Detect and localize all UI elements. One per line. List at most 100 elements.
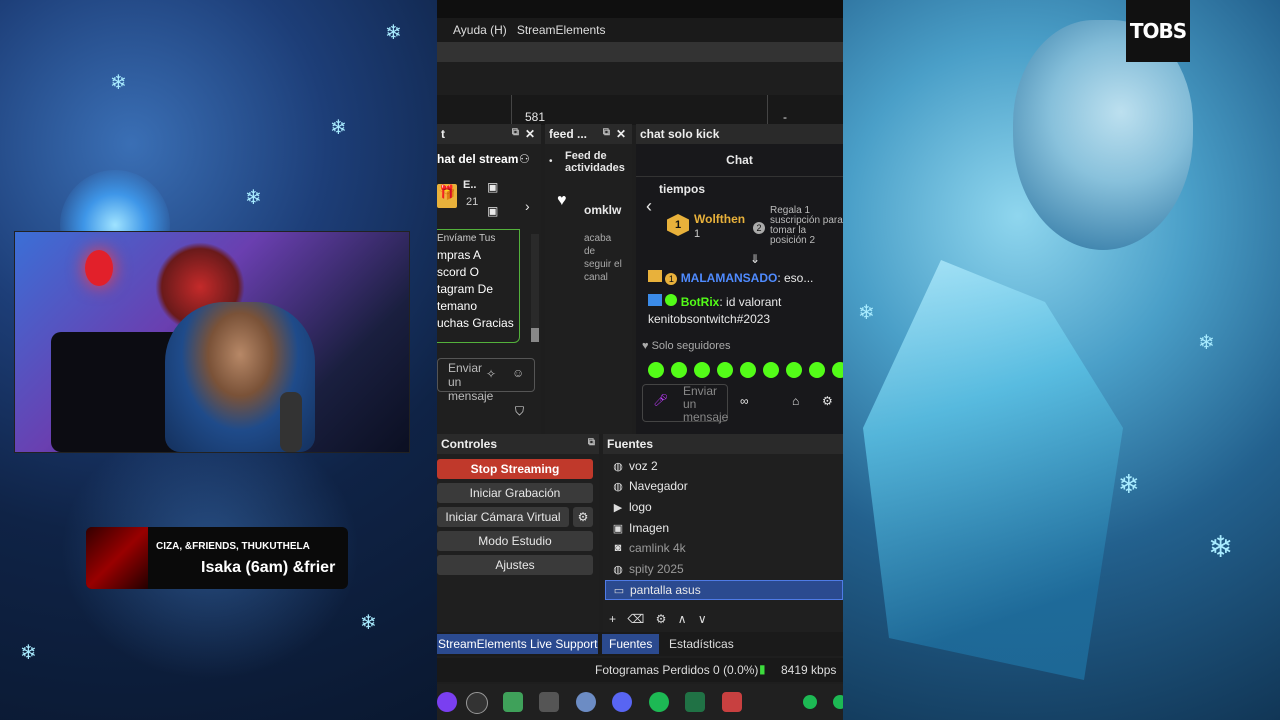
chat-message: BotRix: id valorant kenitobsontwitch#202… xyxy=(648,294,838,328)
dock-chat-stream: t ⧉ ✕ hat del stream ⚇ 🎁 E.. 21 ▣ ▣ › En… xyxy=(437,124,541,434)
source-item[interactable]: ◙ camlink 4k xyxy=(605,538,843,558)
app-icon[interactable] xyxy=(503,692,523,712)
app-icon[interactable] xyxy=(437,692,457,712)
controls-panel: Controles ⧉ Stop Streaming Iniciar Graba… xyxy=(437,434,599,654)
studio-mode-button[interactable]: Modo Estudio xyxy=(437,531,593,551)
source-label: logo xyxy=(629,500,652,514)
discord-icon[interactable] xyxy=(612,692,632,712)
controls-title: Controles xyxy=(441,437,498,451)
webcam-feed xyxy=(14,231,410,453)
kick-chat-input[interactable]: 🎤︎ Enviar un mensaje xyxy=(642,384,729,424)
snowflake-icon: ❄ xyxy=(360,610,377,634)
gifter-name: Wolfthen xyxy=(694,212,746,226)
tab-fuentes[interactable]: Fuentes xyxy=(602,634,660,654)
settings-button[interactable]: Ajustes xyxy=(437,555,593,575)
tray-icon[interactable] xyxy=(833,695,843,709)
dropped-frames: Fotogramas Perdidos 0 (0.0%) xyxy=(595,663,759,677)
sources-toolbar: + ⌫ ⚙ ∧ ∨ xyxy=(609,612,707,626)
mod-icon xyxy=(648,294,662,306)
source-item[interactable]: ▶ logo xyxy=(605,497,843,517)
dock-header: t ⧉ ✕ xyxy=(437,124,541,144)
gift-user: E.. xyxy=(463,179,477,191)
gear-icon[interactable]: ⚙ xyxy=(822,394,833,408)
pin-icon: • xyxy=(549,156,553,167)
app-icon[interactable] xyxy=(539,692,559,712)
scrollbar[interactable] xyxy=(531,234,539,342)
rank-2-badge: 2 xyxy=(753,222,765,234)
source-item-selected[interactable]: ▭ pantalla asus xyxy=(605,580,843,600)
kick-input-placeholder: Enviar un mensaje xyxy=(683,384,729,424)
trash-icon[interactable]: ⌫ xyxy=(627,612,644,626)
snowflake-icon: ❄ xyxy=(330,115,347,139)
excel-icon[interactable] xyxy=(685,692,705,712)
virtual-camera-settings-icon[interactable]: ⚙ xyxy=(573,507,593,527)
popout-icon[interactable]: ⧉ xyxy=(512,127,519,138)
spotify-icon[interactable] xyxy=(649,692,669,712)
dock-kick-chat: chat solo kick Chat tiempos ‹ 1 Wolfthen… xyxy=(636,124,843,434)
feed-header: Feed de actividades xyxy=(565,150,625,174)
emote-picker-icon[interactable]: ∞ xyxy=(740,394,749,408)
close-icon[interactable]: ✕ xyxy=(616,127,626,141)
shield-icon[interactable]: ⛉ xyxy=(515,404,524,419)
chat-snippet: tiempos xyxy=(659,182,706,196)
users-icon[interactable]: ⚇ xyxy=(519,152,530,166)
spotify-tray-icon[interactable] xyxy=(803,695,817,709)
title-bar xyxy=(437,0,843,18)
chevron-left-icon[interactable]: ‹ xyxy=(646,196,652,217)
chevron-right-icon[interactable]: › xyxy=(525,198,530,214)
start-recording-button[interactable]: Iniciar Grabación xyxy=(437,483,593,503)
now-playing-widget: CIZA, &FRIENDS, THUKUTHELA Isaka (6am) &… xyxy=(86,527,348,589)
dock-header: chat solo kick xyxy=(636,124,843,144)
popout-icon[interactable]: ⧉ xyxy=(603,127,610,138)
stop-streaming-button[interactable]: Stop Streaming xyxy=(437,459,593,479)
menu-item-ayuda[interactable]: Ayuda (H) xyxy=(453,23,507,37)
scene-toolbar xyxy=(437,42,843,62)
menu-bar: Ayuda (H) StreamElements xyxy=(437,18,843,42)
camera-icon: ◙ xyxy=(614,542,622,554)
virtual-camera-button[interactable]: Iniciar Cámara Virtual xyxy=(437,507,569,527)
chevron-down-icon[interactable]: ⇓ xyxy=(750,252,760,266)
gear-icon[interactable]: ⚙ xyxy=(656,612,667,626)
popout-icon[interactable]: ⧉ xyxy=(588,437,595,448)
taskbar xyxy=(437,684,843,720)
mic-icon[interactable]: 🎤︎ xyxy=(653,393,668,407)
store-icon[interactable]: ⌂ xyxy=(792,394,799,408)
channel-logo: TOBS xyxy=(1126,0,1190,62)
obs-icon[interactable] xyxy=(466,692,488,714)
emote-icon[interactable]: ✧ xyxy=(486,367,496,381)
feed-user: omklw xyxy=(584,203,622,217)
source-item[interactable]: ◍ voz 2 xyxy=(605,456,843,476)
chat-line: mpras A xyxy=(437,248,482,262)
settings-app-icon[interactable] xyxy=(576,692,596,712)
source-item[interactable]: ▣ Imagen xyxy=(605,518,843,538)
chat-input[interactable]: Enviar un mensaje ✧ ☺ xyxy=(437,358,535,403)
tab-streamelements-support[interactable]: StreamElements Live Support xyxy=(437,634,599,654)
menu-item-streamelements[interactable]: StreamElements xyxy=(517,23,606,37)
smiley-icon[interactable]: ☺ xyxy=(512,366,524,380)
gift-box-icon: ▣ xyxy=(487,204,499,218)
followers-only-note: ♥ Solo seguidores xyxy=(642,340,731,352)
source-label: voz 2 xyxy=(629,459,658,473)
app-icon[interactable] xyxy=(722,692,742,712)
emote-bar[interactable] xyxy=(648,362,843,383)
chat-header: hat del stream xyxy=(437,152,519,166)
status-bar: Fotogramas Perdidos 0 (0.0%) ▮ 8419 kbps xyxy=(437,658,843,682)
close-icon[interactable]: ✕ xyxy=(525,127,535,141)
down-icon[interactable]: ∨ xyxy=(698,612,707,626)
now-playing-title: Isaka (6am) &frier xyxy=(201,559,336,576)
chat-text: : eso... xyxy=(777,271,814,285)
bottom-tabs: StreamElements Live Support Fuentes Esta… xyxy=(437,632,843,656)
followers-only-text: Solo seguidores xyxy=(651,340,731,352)
up-icon[interactable]: ∧ xyxy=(678,612,687,626)
tab-estadisticas[interactable]: Estadísticas xyxy=(662,634,741,654)
source-item[interactable]: ◍ spity 2025 xyxy=(605,559,843,579)
source-item[interactable]: ◍ Navegador xyxy=(605,476,843,496)
badge-1: 1 xyxy=(665,273,678,285)
heart-icon: ♥ xyxy=(557,192,567,209)
sources-panel: Fuentes ◍ voz 2 ◍ Navegador ▶ logo ▣ Imagen … xyxy=(603,434,843,654)
stats-row: 581 - xyxy=(437,95,843,125)
add-icon[interactable]: + xyxy=(609,612,616,626)
chat-input-placeholder: Enviar un mensaje xyxy=(448,361,494,403)
snowflake-icon: ❄ xyxy=(245,185,262,209)
source-label: Imagen xyxy=(629,521,670,535)
